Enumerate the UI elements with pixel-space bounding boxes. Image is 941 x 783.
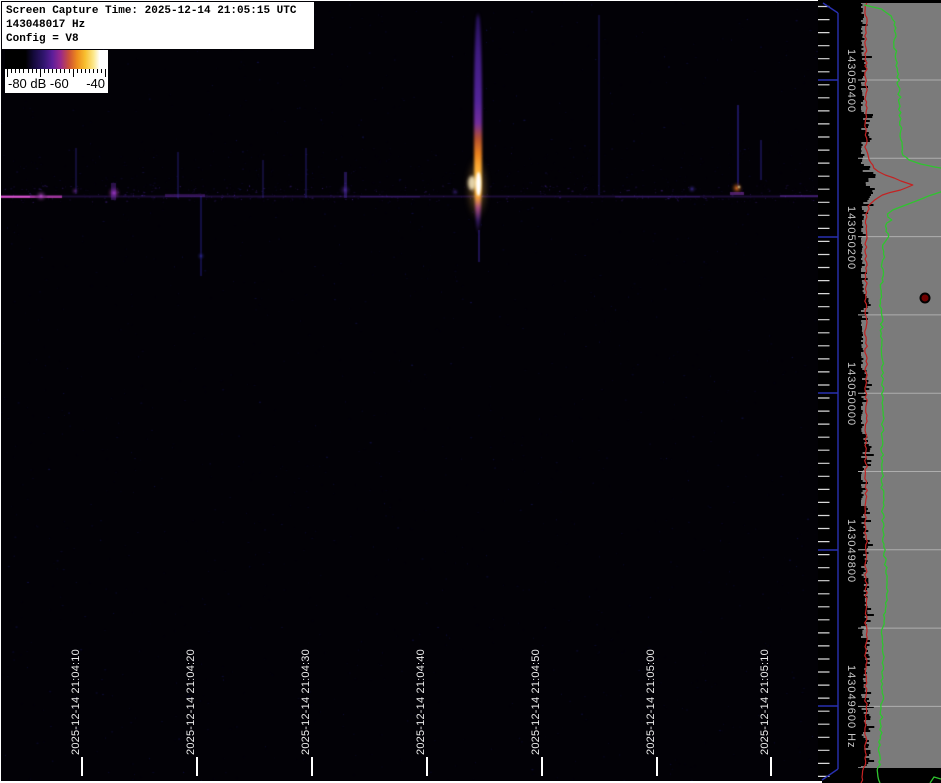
meteor-echo-sidelobe (468, 176, 476, 190)
colorbar-tick (69, 69, 70, 73)
colorbar-tick (85, 69, 86, 73)
meteor-echo-core (476, 172, 481, 196)
time-tick (196, 757, 198, 776)
spectrum-plot (858, 0, 941, 783)
window-border-top (0, 0, 818, 1)
colorbar-tick (19, 69, 20, 73)
colorbar-tick (44, 69, 45, 73)
colorbar-tick (64, 69, 65, 73)
time-axis-label: 2025-12-14 21:04:10 (70, 649, 82, 755)
frequency-axis-label: 143050200 (845, 206, 857, 270)
colorbar-tick (28, 69, 29, 73)
colorbar-tick (105, 69, 106, 77)
colorbar-tick (52, 69, 53, 73)
spectrogram-screen-capture: 2025-12-14 21:04:10 2025-12-14 21:04:20 20… (0, 0, 941, 783)
colorbar-tick (93, 69, 94, 73)
time-axis-label: 2025-12-14 21:04:50 (530, 649, 542, 755)
colorbar-tick (32, 69, 33, 73)
waterfall-noise-canvas (0, 0, 818, 783)
colorbar-tick (81, 69, 82, 73)
config-text: Config = V8 (6, 32, 314, 46)
frequency-axis-label: 143049600 Hz (845, 665, 857, 749)
colorbar-tick (15, 69, 16, 73)
colorbar-tick (56, 69, 57, 73)
colorbar-tick (36, 69, 37, 73)
time-tick (426, 757, 428, 776)
colorbar-labels: -80 dB -60 -40 (8, 76, 105, 91)
colorbar-label-left: -80 dB -60 (8, 76, 69, 91)
time-axis-label: 2025-12-14 21:04:40 (415, 649, 427, 755)
time-tick (656, 757, 658, 776)
frequency-axis: 143050400 143050200 143050000 143049800 1430… (818, 0, 858, 783)
colorbar-tick (23, 69, 24, 73)
colorbar-tick (48, 69, 49, 73)
spectrum-side-panel (858, 0, 941, 783)
colorbar-tick (60, 69, 61, 73)
colorbar-tick (89, 69, 90, 73)
time-tick (541, 757, 543, 776)
time-axis-label: 2025-12-14 21:04:20 (185, 649, 197, 755)
colorbar-label-right: -40 (86, 76, 105, 91)
time-tick (770, 757, 772, 776)
center-frequency-text: 143048017 Hz (6, 18, 314, 32)
window-border-left (0, 0, 1, 783)
colorbar-tick (11, 69, 12, 73)
frequency-axis-label: 143050000 (845, 362, 857, 426)
time-axis-label: 2025-12-14 21:05:10 (759, 649, 771, 755)
colorbar-tick (77, 69, 78, 73)
marker-dot (921, 294, 930, 303)
colorbar-gradient (5, 50, 108, 69)
time-axis-label: 2025-12-14 21:04:30 (300, 649, 312, 755)
time-tick (311, 757, 313, 776)
colorbar-tick (101, 69, 102, 73)
time-axis-label: 2025-12-14 21:05:00 (645, 649, 657, 755)
spectrogram-waterfall: 2025-12-14 21:04:10 2025-12-14 21:04:20 20… (0, 0, 818, 783)
frequency-axis-label: 143050400 (845, 49, 857, 113)
colorbar-legend: -80 dB -60 -40 (5, 50, 108, 93)
time-tick (81, 757, 83, 776)
capture-info-overlay: Screen Capture Time: 2025-12-14 21:05:15… (2, 2, 314, 49)
colorbar-tick (97, 69, 98, 73)
capture-time-text: Screen Capture Time: 2025-12-14 21:05:15… (6, 4, 314, 18)
frequency-axis-label: 143049800 (845, 519, 857, 583)
